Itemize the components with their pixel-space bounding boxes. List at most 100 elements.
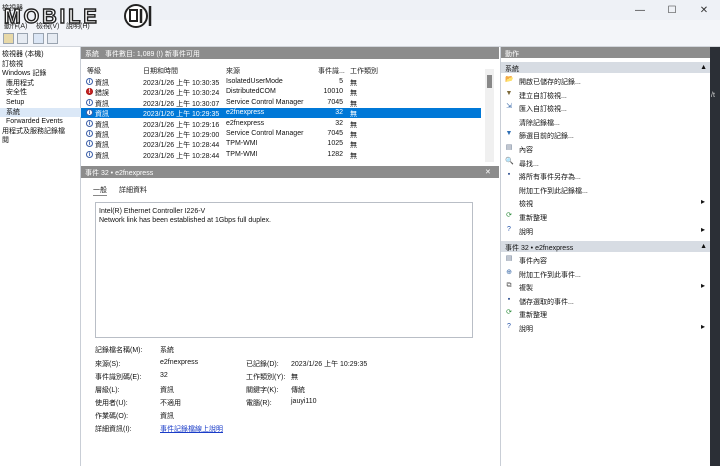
event-row[interactable]: i 資訊 2023/1/26 上午 10:30:07 Service Control …	[81, 98, 481, 108]
tree-item[interactable]: 系統	[0, 107, 84, 117]
action-item[interactable]: ? 說明 ▸	[505, 224, 707, 237]
tree-item[interactable]: 閱	[0, 136, 80, 145]
event-id: 5	[339, 78, 343, 85]
tree-item[interactable]: 訂檢視	[0, 60, 80, 69]
system-actions-list: 📂 開啟已儲存的記錄... ▼ 建立自訂檢視... ⇲ 匯入自訂檢視... 清除記錄檔...…	[501, 74, 711, 244]
collapse-arrow-icon[interactable]: ▲	[700, 243, 707, 250]
tab-details[interactable]: 詳細資料	[119, 185, 147, 195]
action-item[interactable]: 📂 開啟已儲存的記錄...	[505, 74, 707, 87]
maximize-button[interactable]: ☐	[656, 0, 688, 20]
action-item[interactable]: 附加工作到此記錄檔...	[505, 183, 707, 196]
event-row[interactable]: ! 錯誤 2023/1/26 上午 10:30:24 DistributedCOM 10…	[81, 87, 481, 97]
action-label: 內容	[519, 147, 533, 154]
close-detail-button[interactable]: ✕	[485, 168, 491, 176]
info-icon: i	[86, 119, 93, 127]
event-row[interactable]: i 資訊 2023/1/26 上午 10:29:00 Service Control …	[81, 129, 481, 139]
action-pane-icon[interactable]	[47, 33, 58, 44]
col-source[interactable]: 來源	[226, 66, 240, 76]
info-icon: i	[86, 130, 93, 137]
keywords-label: 關鍵字(K):	[246, 387, 279, 394]
action-item[interactable]: 🔍 尋找...	[505, 156, 707, 169]
scrollbar-thumb[interactable]	[487, 75, 492, 88]
minimize-button[interactable]: —	[624, 0, 656, 20]
action-item[interactable]: ? 說明 ▸	[505, 321, 707, 334]
console-tree-icon[interactable]	[17, 33, 28, 44]
actions-title-bar: 動作	[501, 47, 711, 58]
tree-item[interactable]: 檢視器 (本機)	[0, 50, 80, 59]
col-task-category[interactable]: 工作類別	[350, 66, 378, 76]
info-icon: i	[86, 78, 93, 85]
action-item[interactable]: ▼ 篩選目前的記錄...	[505, 128, 707, 141]
action-item[interactable]: ⧉ 複製 ▸	[505, 280, 707, 293]
action-label: 附加工作到此記錄檔...	[519, 187, 588, 195]
folder-open-icon: 📂	[505, 76, 514, 83]
action-item[interactable]: ⇲ 匯入自訂檢視...	[505, 101, 707, 114]
event-row[interactable]: i 資訊 2023/1/26 上午 10:30:35 IsolatedUserMode…	[81, 77, 481, 87]
action-item[interactable]: ▤ 事件內容	[505, 253, 707, 266]
collapse-arrow-icon[interactable]: ▲	[700, 64, 707, 71]
log-name: 系統	[85, 51, 99, 58]
event-source: e2fnexpress	[226, 119, 265, 127]
task-category-value: 無	[291, 374, 298, 381]
action-item[interactable]: ▤ 內容	[505, 142, 707, 155]
background-window-text: /t	[711, 92, 715, 99]
open-folder-icon[interactable]	[3, 33, 14, 44]
tree-item[interactable]: 應用程式	[0, 79, 84, 88]
level-value: 資訊	[160, 387, 174, 394]
action-item[interactable]: 清除記錄檔...	[505, 115, 707, 128]
action-item[interactable]: ▪ 將所有事件另存為...	[505, 169, 707, 182]
action-label: 匯入自訂檢視...	[519, 106, 567, 114]
section-event-title: 事件 32 • e2fnexpress	[505, 245, 574, 252]
action-label: 說明	[519, 228, 533, 236]
properties-icon: ▤	[505, 144, 513, 151]
action-label: 附加工作到此事件...	[519, 271, 581, 279]
action-item[interactable]: ▪ 儲存選取的事件...	[505, 294, 707, 307]
action-label: 重新整理	[519, 215, 547, 222]
action-item[interactable]: ⟳ 重新整理	[505, 307, 707, 320]
submenu-arrow-icon: ▸	[700, 322, 705, 331]
tree-item[interactable]: Setup	[0, 98, 84, 107]
event-list-scrollbar[interactable]	[485, 69, 494, 162]
event-id-label: 事件識別碼(E):	[95, 374, 142, 381]
logged-value: 2023/1/26 上午 10:29:35	[291, 361, 368, 368]
action-item[interactable]: 檢視 ▸	[505, 196, 707, 209]
tree-item[interactable]: 安全性	[0, 88, 84, 97]
tab-general[interactable]: 一般	[93, 185, 107, 196]
help-book-icon[interactable]	[33, 33, 44, 44]
action-item[interactable]: ⟳ 重新整理	[505, 210, 707, 223]
more-info-label: 詳細資訊(I):	[95, 426, 132, 433]
col-event-id[interactable]: 事件識...	[318, 66, 345, 76]
user-label: 使用者(U):	[95, 400, 128, 407]
tree-item[interactable]: Windows 記錄	[0, 69, 80, 78]
mobile01-logo: MOBILE	[3, 4, 152, 29]
event-id: 32	[335, 119, 343, 127]
actions-title: 動作	[505, 51, 519, 58]
action-item[interactable]: ▼ 建立自訂檢視...	[505, 88, 707, 101]
event-id: 1282	[327, 150, 343, 158]
event-source: IsolatedUserMode	[226, 78, 283, 85]
event-source: Service Control Manager	[226, 98, 304, 106]
description-line-2: Network link has been established at 1Gb…	[99, 217, 271, 224]
close-button[interactable]: ✕	[688, 0, 720, 20]
more-info-link[interactable]: 事件記錄檔線上說明	[160, 424, 223, 434]
event-row[interactable]: i 資訊 2023/1/26 上午 10:29:16 e2fnexpress 32 無	[81, 119, 481, 129]
actions-section-system[interactable]: 系統 ▲	[501, 62, 711, 73]
event-row[interactable]: i 資訊 2023/1/26 上午 10:29:35 e2fnexpress 32 無	[81, 108, 481, 119]
event-actions-list: ▤ 事件內容 ⊕ 附加工作到此事件... ⧉ 複製 ▸ ▪ 儲存選取的事件... ⟳ 重新整理? 說明…	[501, 253, 711, 343]
computer-value: jauyi110	[291, 398, 317, 405]
tree-item[interactable]: 用程式及服務記錄檔	[0, 127, 80, 136]
find-icon: 🔍	[505, 157, 514, 165]
tree-item[interactable]: Forwarded Events	[0, 117, 84, 126]
event-description-box[interactable]: Intel(R) Ethernet Controller I226-V Netw…	[95, 202, 473, 338]
opcode-value: 資訊	[160, 413, 174, 420]
actions-section-event[interactable]: 事件 32 • e2fnexpress ▲	[501, 241, 711, 252]
action-label: 尋找...	[519, 160, 539, 168]
event-row[interactable]: i 資訊 2023/1/26 上午 10:28:44 TPM-WMI 1282 無	[81, 150, 481, 160]
action-item[interactable]: ⊕ 附加工作到此事件...	[505, 267, 707, 280]
col-level[interactable]: 等級	[87, 66, 101, 76]
toolbar	[0, 32, 720, 47]
info-icon: i	[86, 109, 93, 117]
col-datetime[interactable]: 日期和時間	[143, 66, 178, 76]
event-row[interactable]: i 資訊 2023/1/26 上午 10:28:44 TPM-WMI 1025 無	[81, 139, 481, 149]
event-datetime: 2023/1/26 上午 10:28:44	[143, 152, 220, 160]
